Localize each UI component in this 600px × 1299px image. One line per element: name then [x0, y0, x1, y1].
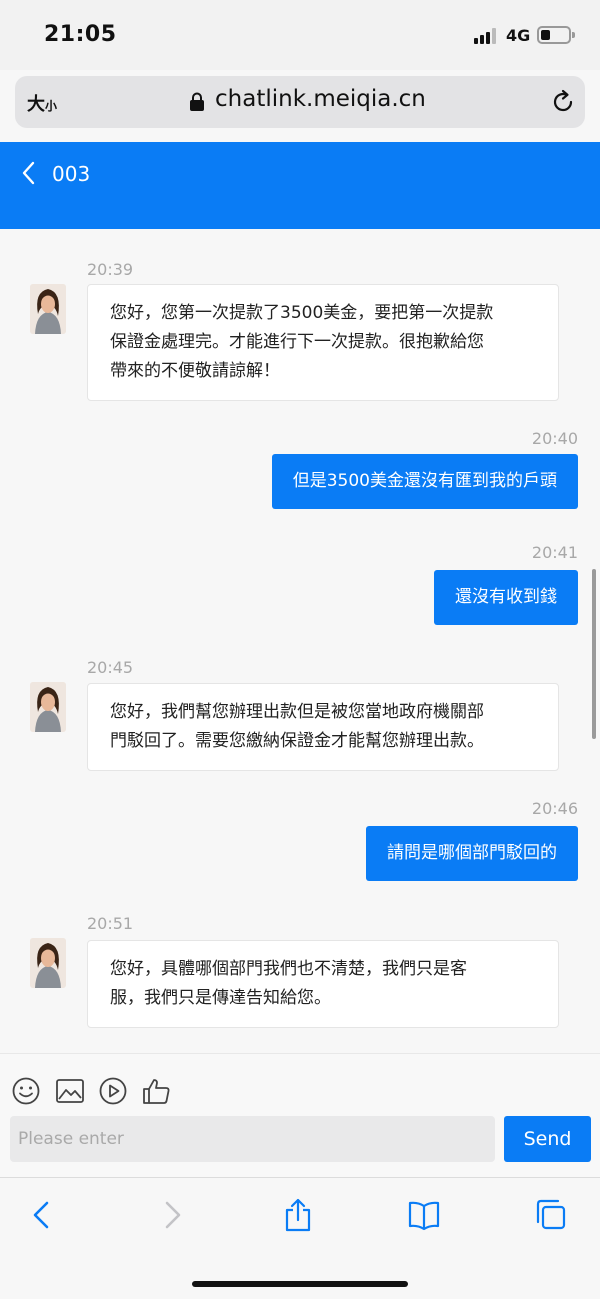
message-line: 保證金處理完。才能進行下一次提款。很抱歉給您	[110, 332, 484, 352]
message-list[interactable]: 20:39 您好，您第一次提款了3500美金，要把第一次提款 保證金處理完。才能…	[0, 229, 600, 1053]
composer: Send	[0, 1053, 600, 1177]
browser-toolbar	[0, 1177, 600, 1299]
back-chevron-icon[interactable]	[20, 160, 38, 186]
thumbs-up-icon[interactable]	[141, 1076, 171, 1106]
message-timestamp: 20:46	[531, 799, 578, 818]
tabs-icon[interactable]	[534, 1198, 566, 1232]
message-timestamp: 20:51	[87, 914, 134, 933]
back-icon[interactable]	[26, 1198, 58, 1232]
message-line: 您好，您第一次提款了3500美金，要把第一次提款	[110, 303, 494, 323]
forward-icon[interactable]	[156, 1198, 188, 1232]
emoji-icon[interactable]	[11, 1076, 41, 1106]
message-line: 帶來的不便敬請諒解！	[110, 361, 280, 381]
message-line: 門駁回了。需要您繳納保證金才能幫您辦理出款。	[110, 731, 484, 751]
message-line: 您好，具體哪個部門我們也不清楚，我們只是客	[110, 959, 467, 979]
message-bubble-outgoing: 還沒有收到錢	[434, 570, 578, 625]
video-icon[interactable]	[98, 1076, 128, 1106]
battery-icon	[537, 26, 575, 44]
message-line: 服，我們只是傳達告知給您。	[110, 988, 331, 1008]
message-bubble-outgoing: 但是3500美金還沒有匯到我的戶頭	[271, 454, 578, 509]
address-bar[interactable]: 大小 chatlink.meiqia.cn	[15, 76, 585, 128]
network-type: 4G	[506, 26, 531, 45]
agent-avatar	[30, 682, 66, 732]
message-timestamp: 20:41	[531, 543, 578, 562]
status-time: 21:05	[44, 22, 117, 47]
text-size-button[interactable]: 大小	[27, 90, 57, 116]
status-bar: 21:05 4G	[0, 0, 600, 70]
message-timestamp: 20:45	[87, 658, 134, 677]
home-indicator	[192, 1281, 408, 1287]
message-bubble-incoming: 您好，具體哪個部門我們也不清楚，我們只是客 服，我們只是傳達告知給您。	[87, 940, 559, 1028]
reload-icon[interactable]	[550, 89, 576, 115]
url-text[interactable]: chatlink.meiqia.cn	[215, 86, 426, 112]
agent-avatar	[30, 284, 66, 334]
chat-header: 003	[0, 142, 600, 229]
message-bubble-outgoing: 請問是哪個部門駁回的	[366, 826, 578, 881]
send-button[interactable]: Send	[504, 1116, 591, 1162]
chat-title: 003	[52, 162, 91, 186]
text-size-big: 大	[27, 94, 45, 115]
image-icon[interactable]	[55, 1076, 85, 1106]
message-bubble-incoming: 您好，您第一次提款了3500美金，要把第一次提款 保證金處理完。才能進行下一次提…	[87, 284, 559, 401]
message-timestamp: 20:40	[531, 429, 578, 448]
message-bubble-incoming: 您好，我們幫您辦理出款但是被您當地政府機關部 門駁回了。需要您繳納保證金才能幫您…	[87, 683, 559, 771]
scrollbar[interactable]	[592, 569, 596, 739]
text-size-small: 小	[45, 99, 58, 113]
message-input[interactable]	[10, 1116, 495, 1162]
bookmarks-icon[interactable]	[408, 1198, 440, 1232]
lock-icon	[190, 92, 204, 111]
message-line: 您好，我們幫您辦理出款但是被您當地政府機關部	[110, 702, 484, 722]
agent-avatar	[30, 938, 66, 988]
share-icon[interactable]	[282, 1198, 314, 1232]
message-timestamp: 20:39	[87, 260, 134, 279]
cellular-signal-icon	[474, 28, 498, 44]
screen: { "status_bar": { "time": "21:05", "netw…	[0, 0, 600, 1299]
